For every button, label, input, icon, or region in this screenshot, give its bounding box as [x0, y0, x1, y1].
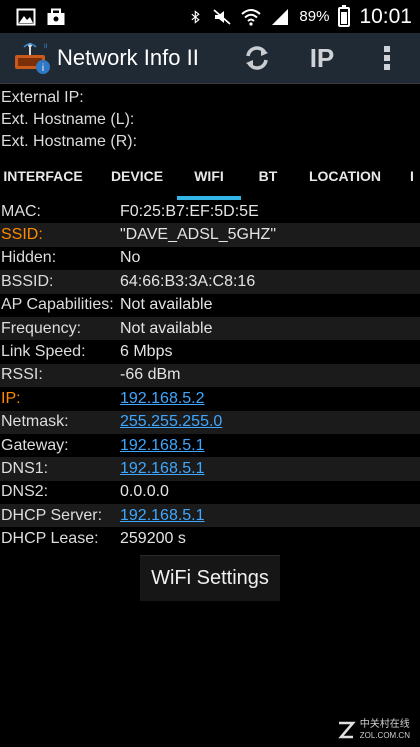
gateway-link[interactable]: 192.168.5.1 [120, 437, 205, 455]
refresh-icon [246, 46, 268, 70]
bag-icon [47, 8, 65, 25]
list-item: IP: 192.168.5.2 [0, 387, 420, 410]
action-bar: i II Network Info II IP [0, 33, 420, 83]
tab-interface[interactable]: INTERFACE [0, 156, 86, 200]
wifi-info-list: MAC: F0:25:B7:EF:5D:5E SSID: "DAVE_ADSL_… [0, 200, 420, 551]
ext-hostname-r-label: Ext. Hostname (R): [1, 133, 138, 150]
svg-text:II: II [44, 44, 48, 50]
dns1-link[interactable]: 192.168.5.1 [120, 460, 205, 478]
battery-percent: 89% [299, 8, 330, 25]
row-key: Frequency: [1, 319, 82, 337]
app-logo-icon: i II [15, 43, 50, 74]
row-key: DHCP Lease: [1, 530, 99, 548]
row-value: -66 dBm [120, 366, 181, 384]
tab-more-partial[interactable]: I [410, 156, 420, 200]
list-item: Hidden: No [0, 247, 420, 270]
wifi-icon [241, 8, 262, 26]
list-item: Netmask: 255.255.255.0 [0, 410, 420, 434]
row-value: 0.0.0.0 [120, 483, 169, 501]
row-key: MAC: [1, 202, 41, 220]
row-key: DHCP Server: [1, 506, 103, 524]
action-bar-divider [0, 83, 420, 84]
list-item: Frequency: Not available [0, 316, 420, 341]
gallery-icon [16, 8, 36, 25]
tab-bt[interactable]: BT [252, 156, 284, 200]
list-item: RSSI: -66 dBm [0, 363, 420, 388]
bluetooth-icon [191, 9, 201, 24]
wifi-settings-button[interactable]: WiFi Settings [140, 555, 280, 601]
ip-link[interactable]: 192.168.5.2 [120, 390, 205, 408]
row-key: DNS1: [1, 459, 49, 477]
row-value: F0:25:B7:EF:5D:5E [120, 202, 259, 220]
tab-bar: INTERFACE DEVICE WIFI BT LOCATION I [0, 156, 420, 200]
row-key: Gateway: [1, 436, 69, 454]
list-item: DHCP Lease: 259200 s [0, 527, 420, 550]
row-key: Hidden: [1, 249, 57, 267]
app-title: Network Info II [57, 45, 199, 70]
overflow-menu-icon [384, 46, 390, 70]
watermark: 中关村在线 ZOL.COM.CN [336, 719, 410, 741]
row-value: Not available [120, 296, 213, 314]
zol-logo-icon [338, 721, 356, 739]
row-value: No [120, 249, 141, 267]
list-item: DNS2: 0.0.0.0 [0, 481, 420, 504]
list-item: BSSID: 64:66:B3:3A:C8:16 [0, 270, 420, 294]
row-value: 259200 s [120, 530, 186, 548]
signal-icon [272, 8, 289, 25]
list-item: DHCP Server: 192.168.5.1 [0, 504, 420, 528]
refresh-button[interactable] [238, 39, 276, 77]
ip-button[interactable]: IP [302, 39, 342, 77]
row-value: 6 Mbps [120, 343, 173, 361]
row-key: Link Speed: [1, 343, 86, 361]
row-value: Not available [120, 319, 213, 337]
row-key: AP Capabilities: [1, 296, 114, 314]
battery-icon [338, 4, 351, 27]
status-bar: 89% 10:01 [0, 0, 420, 33]
svg-text:i: i [42, 63, 44, 74]
watermark-line1: 中关村在线 [359, 719, 410, 730]
row-key: SSID: [1, 226, 43, 244]
ext-hostname-l-label: Ext. Hostname (L): [1, 111, 135, 128]
netmask-link[interactable]: 255.255.255.0 [120, 413, 222, 431]
tab-device[interactable]: DEVICE [104, 156, 170, 200]
tab-location[interactable]: LOCATION [306, 156, 384, 200]
row-key: RSSI: [1, 366, 43, 384]
row-value: 64:66:B3:3A:C8:16 [120, 272, 256, 290]
overflow-menu-button[interactable] [372, 39, 402, 77]
clock: 10:01 [359, 4, 412, 28]
mute-icon [213, 8, 231, 25]
row-key: Netmask: [1, 413, 69, 431]
watermark-line2: ZOL.COM.CN [359, 731, 410, 740]
list-item: AP Capabilities: Not available [0, 294, 420, 317]
row-value: "DAVE_ADSL_5GHZ" [120, 226, 277, 244]
list-item: Link Speed: 6 Mbps [0, 340, 420, 363]
list-item: DNS1: 192.168.5.1 [0, 457, 420, 481]
list-item: SSID: "DAVE_ADSL_5GHZ" [0, 223, 420, 247]
list-item: MAC: F0:25:B7:EF:5D:5E [0, 200, 420, 223]
tab-wifi[interactable]: WIFI [177, 156, 241, 200]
external-ip-label: External IP: [1, 89, 84, 106]
row-key: DNS2: [1, 483, 49, 501]
list-item: Gateway: 192.168.5.1 [0, 434, 420, 457]
dhcp-server-link[interactable]: 192.168.5.1 [120, 507, 205, 525]
row-key: BSSID: [1, 272, 54, 290]
row-key: IP: [1, 389, 21, 407]
